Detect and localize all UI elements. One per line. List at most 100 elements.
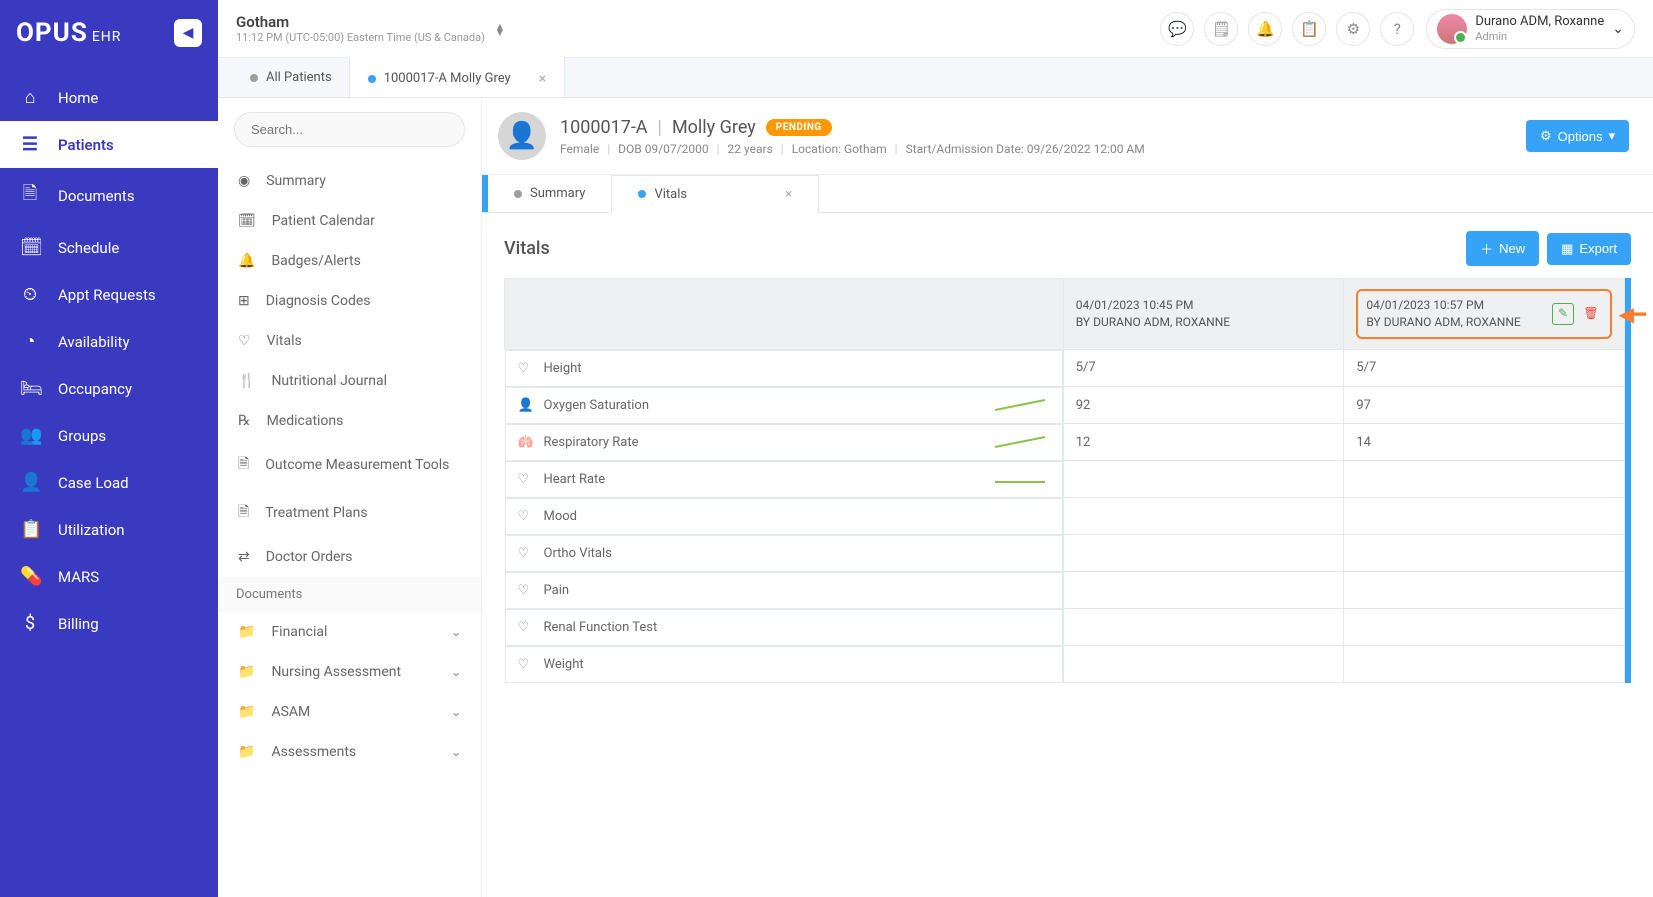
vital-value-cell: 14 <box>1344 424 1625 461</box>
subnav-financial[interactable]: 📁Financial⌄ <box>218 612 481 652</box>
vital-value-cell: 12 <box>1063 424 1344 461</box>
user-role: Admin <box>1475 30 1604 43</box>
table-row: 🫁Respiratory Rate1214 <box>505 424 1625 461</box>
nav-icon: ⏲ <box>20 284 40 305</box>
sidebar-item-home[interactable]: ⌂Home <box>0 74 218 121</box>
dot-icon <box>514 190 522 198</box>
table-row: ♡Heart Rate <box>505 461 1625 498</box>
vital-value-cell <box>1063 609 1344 646</box>
subnav-badges/alerts[interactable]: 🔔Badges/Alerts <box>218 241 481 281</box>
notes-icon[interactable]: 🗒 <box>1204 12 1238 46</box>
subnav-icon: 🗎 <box>238 453 249 477</box>
close-icon[interactable]: × <box>785 187 792 202</box>
location-caret-icon[interactable]: ▴▾ <box>497 23 503 35</box>
sidebar-collapse-button[interactable]: ◀ <box>174 19 202 47</box>
gear-icon: ⚙ <box>1540 128 1552 144</box>
vital-icon: ♡ <box>518 361 534 376</box>
subnav-medications[interactable]: ℞Medications <box>218 401 481 441</box>
sidebar-item-availability[interactable]: ◔Availability <box>0 318 218 365</box>
search-input[interactable] <box>234 112 465 147</box>
sidebar-item-schedule[interactable]: 🗓Schedule <box>0 224 218 271</box>
tab-all-patients[interactable]: All Patients <box>232 58 350 97</box>
subnav-icon: ◉ <box>238 173 250 189</box>
patient-name: Molly Grey <box>672 117 756 138</box>
sidebar-item-documents[interactable]: 🗎Documents <box>0 168 218 224</box>
status-badge: PENDING <box>766 119 832 136</box>
vital-value-cell <box>1344 461 1625 498</box>
table-row: ♡Mood <box>505 498 1625 535</box>
vital-value-cell <box>1344 646 1625 683</box>
subnav-patient-calendar[interactable]: 🗓Patient Calendar <box>218 201 481 241</box>
subnav-icon: 📁 <box>238 704 255 720</box>
detail-tabstrip: SummaryVitals× <box>482 175 1653 213</box>
sidebar-item-occupancy[interactable]: 🛏Occupancy <box>0 365 218 412</box>
subnav-summary[interactable]: ◉Summary <box>218 161 481 201</box>
user-menu[interactable]: Durano ADM, Roxanne Admin ⌄ <box>1426 9 1635 49</box>
sidebar-item-patients[interactable]: ☰Patients <box>0 121 218 168</box>
sidebar-item-utilization[interactable]: 📋Utilization <box>0 506 218 553</box>
sidebar-item-groups[interactable]: 👥Groups <box>0 412 218 459</box>
subnav-nutritional-journal[interactable]: 🍴Nutritional Journal <box>218 361 481 401</box>
vital-icon: 🫁 <box>518 435 534 450</box>
help-icon[interactable]: ? <box>1380 12 1414 46</box>
subnav-vitals[interactable]: ♡Vitals <box>218 321 481 361</box>
nav-icon: $ <box>20 613 40 634</box>
nav-icon: 🛏 <box>20 378 40 399</box>
subnav-nursing-assessment[interactable]: 📁Nursing Assessment⌄ <box>218 652 481 692</box>
inner-tab-vitals[interactable]: Vitals× <box>611 175 819 213</box>
options-button[interactable]: ⚙ Options ▾ <box>1526 120 1629 152</box>
subnav-icon: ♡ <box>238 333 251 349</box>
nav-icon: 👥 <box>20 425 40 446</box>
export-button[interactable]: ▦Export <box>1547 233 1631 265</box>
subnav-icon: ⊞ <box>238 293 250 309</box>
subnav-icon: 📁 <box>238 624 255 640</box>
tab-1000017-a-molly-grey[interactable]: 1000017-A Molly Grey× <box>350 58 565 97</box>
vital-value-cell <box>1344 572 1625 609</box>
location-selector[interactable]: Gotham 11:12 PM (UTC-05:00) Eastern Time… <box>236 13 485 44</box>
patient-header: 👤 1000017-A | Molly Grey PENDING Female|… <box>482 98 1653 175</box>
vitals-column-header: 04/01/2023 10:45 PMBY DURANO ADM, ROXANN… <box>1063 279 1344 350</box>
sidebar-item-appt-requests[interactable]: ⏲Appt Requests <box>0 271 218 318</box>
edit-icon[interactable]: ✎ <box>1552 303 1574 325</box>
vital-value-cell: 5/7 <box>1063 349 1344 387</box>
sidebar-item-mars[interactable]: 💊MARS <box>0 553 218 600</box>
nav-icon: 👤 <box>20 472 40 493</box>
subnav-icon: ⇄ <box>238 549 250 565</box>
chevron-down-icon: ⌄ <box>451 705 461 719</box>
subnav-icon: 🗓 <box>238 213 256 229</box>
vital-icon: ♡ <box>518 472 534 487</box>
plus-icon: ＋ <box>1480 239 1493 258</box>
nav-icon: 📋 <box>20 519 40 540</box>
trash-icon[interactable]: 🗑 <box>1580 303 1602 325</box>
table-row: ♡Renal Function Test <box>505 609 1625 646</box>
chevron-down-icon: ⌄ <box>451 625 461 639</box>
vitals-table: 04/01/2023 10:45 PMBY DURANO ADM, ROXANN… <box>504 278 1625 683</box>
subnav-doctor-orders[interactable]: ⇄Doctor Orders <box>218 537 481 577</box>
sidebar-item-billing[interactable]: $Billing <box>0 600 218 647</box>
subnav-outcome-measurement-tools[interactable]: 🗎Outcome Measurement Tools <box>218 441 481 489</box>
vital-icon: 👤 <box>518 398 534 413</box>
chat-icon[interactable]: 💬 <box>1160 12 1194 46</box>
new-button[interactable]: ＋New <box>1466 231 1539 266</box>
subnav-assessments[interactable]: 📁Assessments⌄ <box>218 732 481 772</box>
subnav-icon: 📁 <box>238 744 255 760</box>
inner-tab-summary[interactable]: Summary <box>488 175 611 212</box>
user-name: Durano ADM, Roxanne <box>1475 14 1604 30</box>
vital-value-cell: 92 <box>1063 387 1344 424</box>
topbar: Gotham 11:12 PM (UTC-05:00) Eastern Time… <box>218 0 1653 58</box>
close-icon[interactable]: × <box>539 71 546 87</box>
sidebar-item-case-load[interactable]: 👤Case Load <box>0 459 218 506</box>
subnav-icon: 🗎 <box>238 501 249 525</box>
subnav-icon: ℞ <box>238 413 251 429</box>
nav-icon: 🗓 <box>20 237 40 258</box>
table-row: ♡Weight <box>505 646 1625 683</box>
subnav-treatment-plans[interactable]: 🗎Treatment Plans <box>218 489 481 537</box>
subnav-asam[interactable]: 📁ASAM⌄ <box>218 692 481 732</box>
chevron-down-icon: ⌄ <box>451 665 461 679</box>
subnav-diagnosis-codes[interactable]: ⊞Diagnosis Codes <box>218 281 481 321</box>
clipboard-icon[interactable]: 📋 <box>1292 12 1326 46</box>
nav-icon: 💊 <box>20 566 40 587</box>
bell-icon[interactable]: 🔔 <box>1248 12 1282 46</box>
gear-icon[interactable]: ⚙ <box>1336 12 1370 46</box>
vital-value-cell <box>1344 535 1625 572</box>
